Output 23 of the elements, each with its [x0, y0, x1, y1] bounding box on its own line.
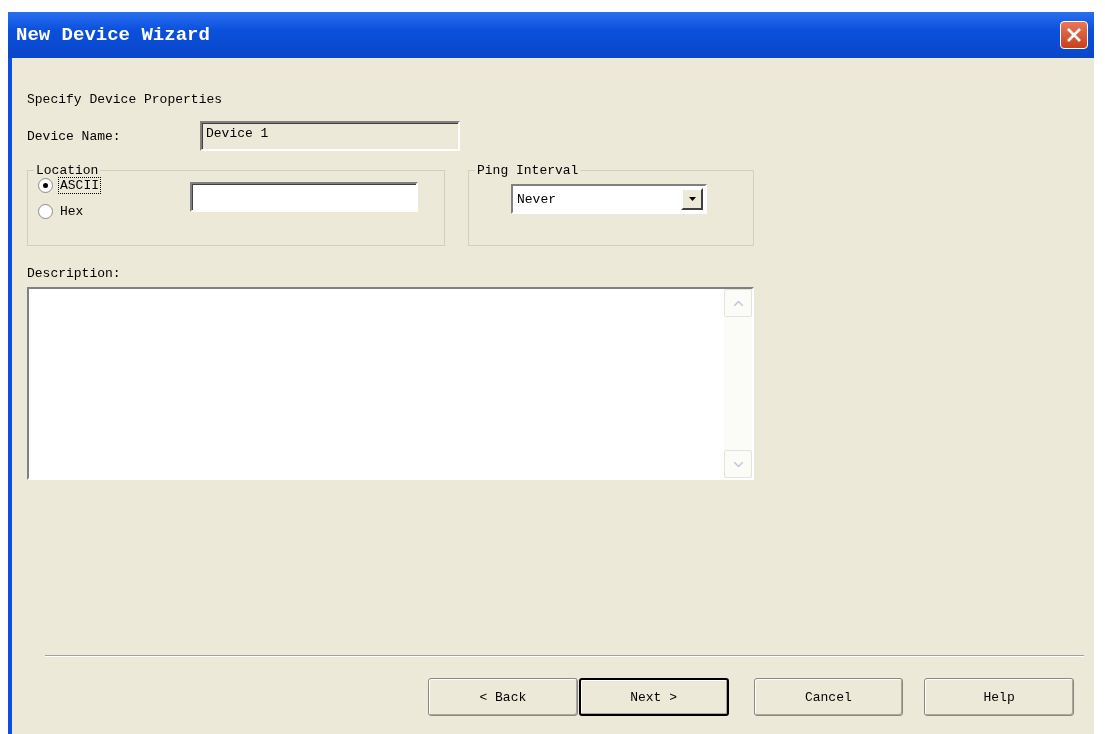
arrow-up-icon [733, 300, 743, 306]
location-field[interactable] [190, 182, 418, 212]
arrow-down-icon [733, 461, 743, 467]
caret-down-icon [688, 197, 696, 201]
ping-interval-dropdown[interactable]: Never [511, 184, 707, 214]
dialog-button[interactable]: Help [924, 678, 1074, 716]
dialog-button[interactable]: Cancel [753, 678, 904, 716]
description-field[interactable] [27, 287, 754, 480]
scrollbar[interactable] [724, 289, 752, 478]
field-label: Device Name: [27, 128, 122, 144]
radio-label: ASCII [59, 177, 100, 193]
group-label: Location [35, 163, 100, 178]
close-button[interactable] [1060, 21, 1088, 49]
group-label: Ping Interval [476, 163, 580, 178]
radio-label: Hex [59, 203, 85, 219]
window-title: New Device Wizard [16, 24, 210, 46]
section-heading: Specify Device Properties [27, 92, 224, 107]
radio-button[interactable] [38, 177, 53, 193]
field-label: Description: [27, 266, 122, 281]
dialog-button[interactable]: < Back [428, 678, 578, 716]
close-icon [1066, 27, 1082, 43]
radio-button[interactable] [38, 203, 53, 219]
dialog-button[interactable]: Next > [578, 678, 729, 716]
